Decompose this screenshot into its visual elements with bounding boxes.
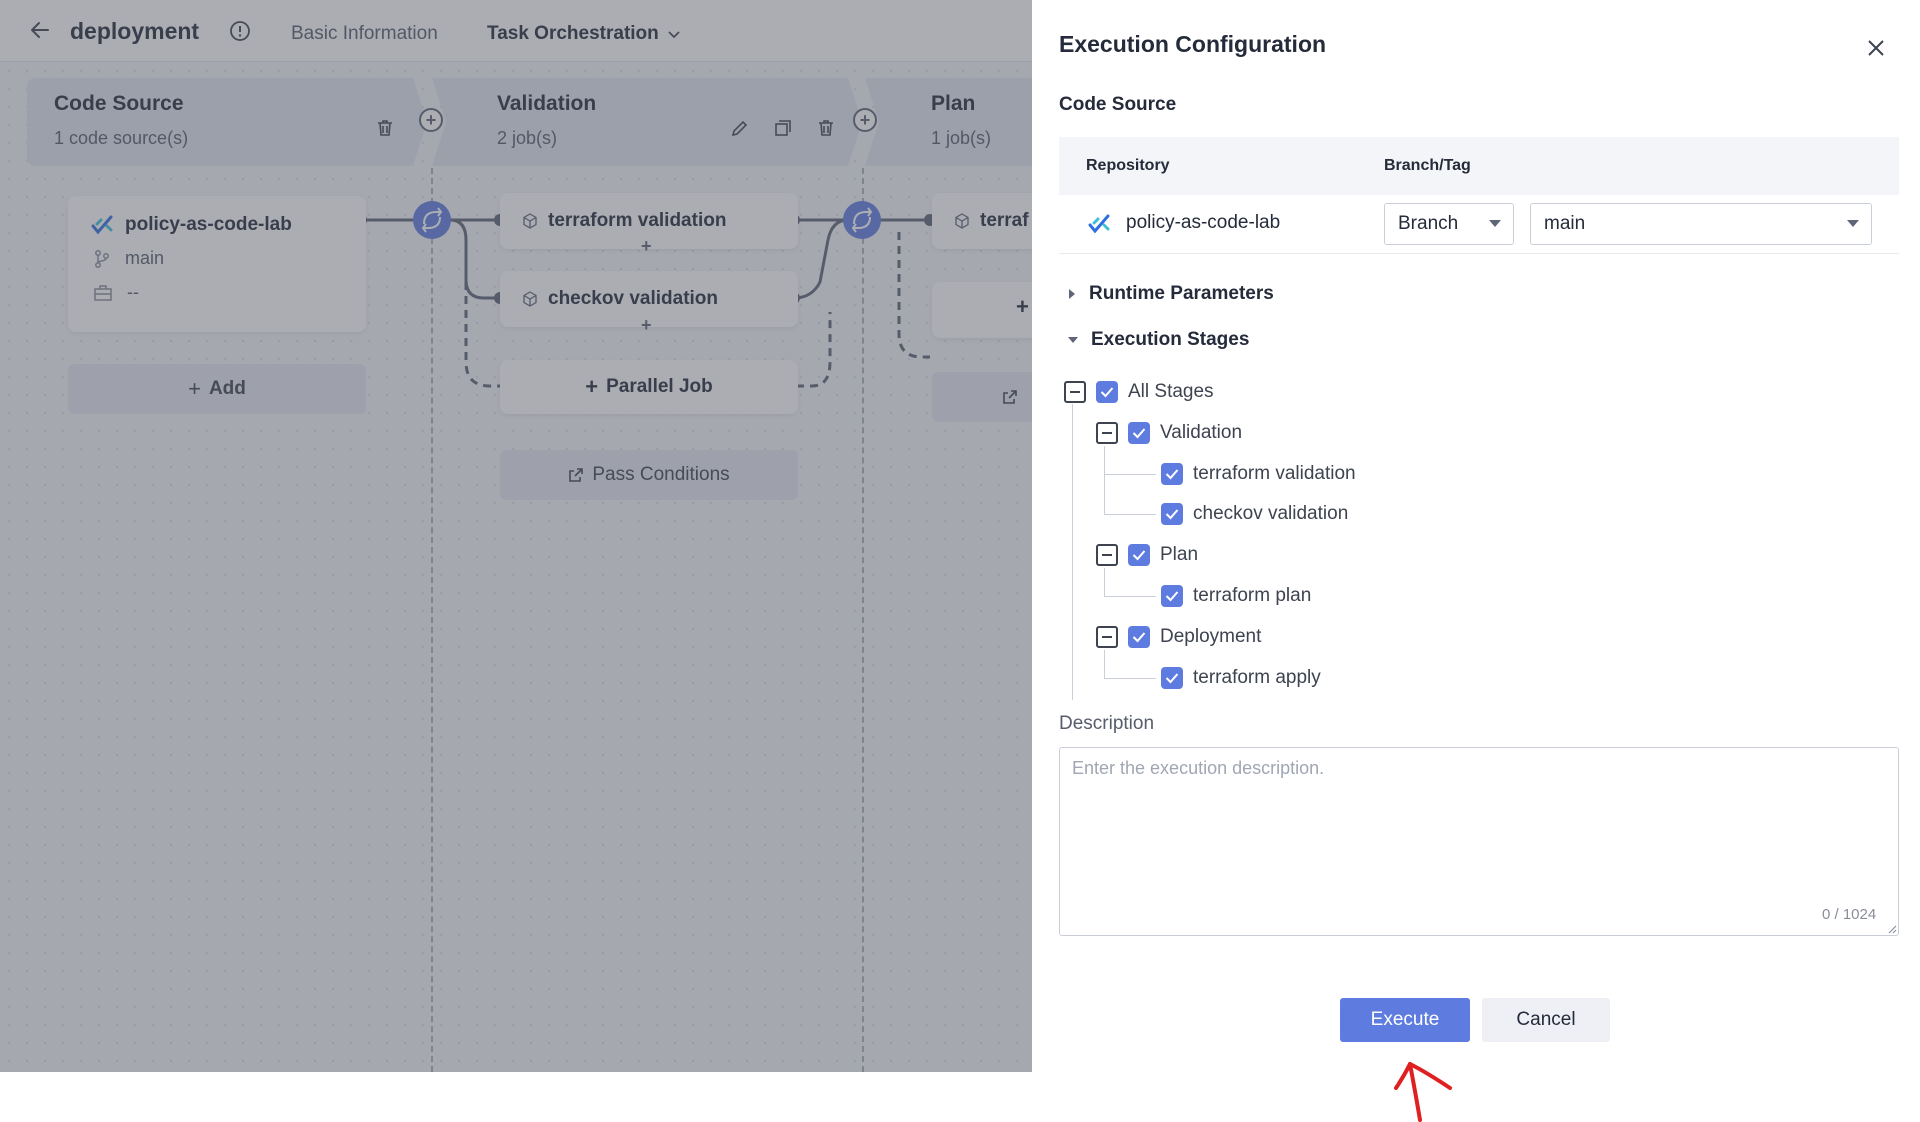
execution-stages-label: Execution Stages [1091, 329, 1250, 350]
code-source-table: Repository Branch/Tag policy-as-code-lab… [1059, 137, 1899, 254]
runtime-parameters-collapse[interactable]: Runtime Parameters [1067, 283, 1274, 305]
table-header: Repository Branch/Tag [1059, 137, 1899, 195]
tree-node-job[interactable]: terraform apply [1161, 667, 1321, 689]
execute-button[interactable]: Execute [1340, 998, 1470, 1042]
description-textarea[interactable] [1059, 747, 1899, 936]
modal-mask[interactable] [0, 0, 1032, 1072]
tree-guide [1104, 514, 1156, 515]
caret-down-icon [1068, 337, 1078, 343]
close-icon[interactable] [1862, 34, 1890, 62]
checkbox-checked[interactable] [1096, 381, 1118, 403]
tree-label: terraform apply [1193, 667, 1321, 688]
tree-guide [1104, 650, 1105, 678]
collapse-minus-icon[interactable] [1096, 422, 1118, 444]
tree-guide [1104, 446, 1105, 514]
checkbox-checked[interactable] [1161, 667, 1183, 689]
code-source-section-label: Code Source [1059, 94, 1177, 115]
table-row: policy-as-code-lab Branch main [1059, 195, 1899, 254]
caret-down-icon [1847, 220, 1859, 227]
collapse-minus-icon[interactable] [1096, 544, 1118, 566]
checkbox-checked[interactable] [1128, 544, 1150, 566]
repo-name: policy-as-code-lab [1126, 212, 1281, 233]
tree-guide [1104, 568, 1105, 596]
execution-stages-collapse[interactable]: Execution Stages [1067, 329, 1249, 351]
tree-label: Validation [1160, 422, 1243, 443]
caret-down-icon [1489, 220, 1501, 227]
ref-type-value: Branch [1398, 213, 1459, 234]
tree-node-stage[interactable]: Deployment [1096, 626, 1261, 648]
branch-value: main [1544, 213, 1586, 234]
tree-node-stage[interactable]: Plan [1096, 544, 1198, 566]
tree-node-job[interactable]: terraform plan [1161, 585, 1311, 607]
codehub-logo-icon [1088, 214, 1110, 234]
branch-select[interactable]: main [1530, 203, 1872, 245]
tree-label: checkov validation [1193, 503, 1349, 524]
checkbox-checked[interactable] [1128, 626, 1150, 648]
tree-label: terraform plan [1193, 585, 1312, 606]
tree-node-job[interactable]: terraform validation [1161, 463, 1356, 485]
column-repository: Repository [1086, 157, 1170, 174]
tree-guide [1104, 474, 1156, 475]
checkbox-checked[interactable] [1161, 503, 1183, 525]
tree-guide [1104, 596, 1156, 597]
tree-node-stage[interactable]: Validation [1096, 422, 1242, 444]
ref-type-select[interactable]: Branch [1384, 203, 1514, 245]
app-window: deployment Basic Information Task Orches… [0, 0, 1920, 1072]
collapse-minus-icon[interactable] [1096, 626, 1118, 648]
page-bottom-area [0, 1072, 1920, 1122]
checkbox-checked[interactable] [1128, 422, 1150, 444]
cancel-button[interactable]: Cancel [1482, 998, 1610, 1042]
tree-guide [1104, 678, 1156, 679]
tree-label: Deployment [1160, 626, 1262, 647]
execution-configuration-drawer: Execution Configuration Code Source Repo… [1032, 0, 1920, 1072]
tree-node-all-stages[interactable]: All Stages [1064, 381, 1214, 403]
tree-label: Plan [1160, 544, 1199, 565]
description-label: Description [1059, 713, 1155, 734]
tree-label: All Stages [1128, 381, 1214, 402]
drawer-title: Execution Configuration [1059, 31, 1327, 57]
checkbox-checked[interactable] [1161, 463, 1183, 485]
caret-right-icon [1069, 289, 1075, 299]
collapse-minus-icon[interactable] [1064, 381, 1086, 403]
tree-guide [1072, 404, 1073, 700]
red-arrow-annotation-icon [1394, 1062, 1452, 1122]
column-branch-tag: Branch/Tag [1384, 157, 1471, 174]
tree-node-job[interactable]: checkov validation [1161, 503, 1348, 525]
checkbox-checked[interactable] [1161, 585, 1183, 607]
resize-grip-icon[interactable] [1886, 923, 1897, 934]
tree-label: terraform validation [1193, 463, 1356, 484]
runtime-parameters-label: Runtime Parameters [1089, 283, 1274, 304]
character-counter: 0 / 1024 [1822, 906, 1877, 923]
